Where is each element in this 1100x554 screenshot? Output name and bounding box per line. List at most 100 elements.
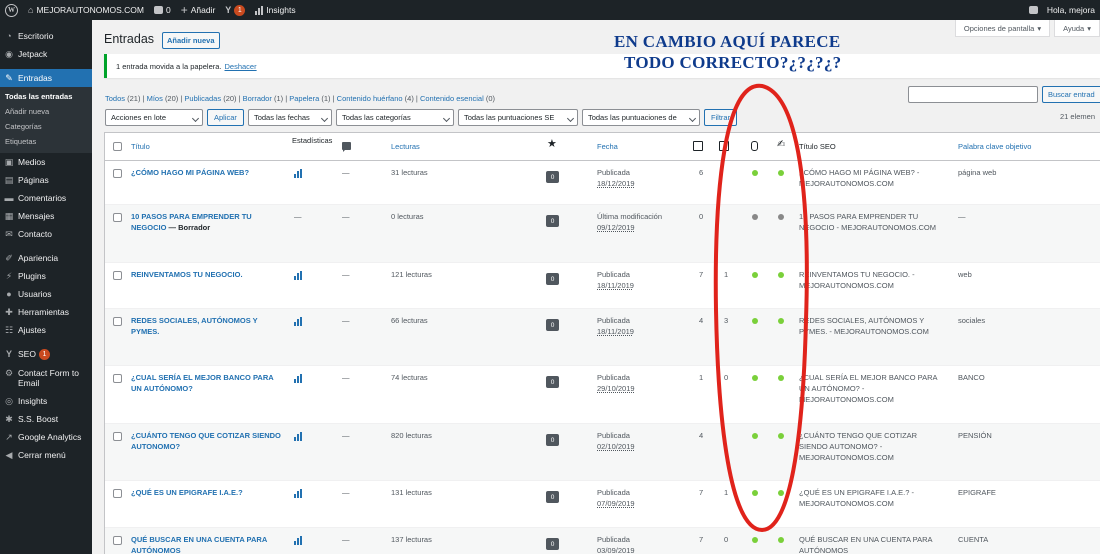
- reads-count: 31 lecturas: [391, 168, 428, 177]
- apply-button[interactable]: Aplicar: [207, 109, 244, 126]
- search-posts-button[interactable]: Buscar entrad: [1042, 86, 1100, 103]
- post-title-link[interactable]: ¿CÓMO HAGO MI PÁGINA WEB?: [131, 168, 249, 177]
- filter-button[interactable]: Filtrar: [703, 109, 738, 126]
- post-date: 18/12/2019: [597, 179, 635, 188]
- post-title-link[interactable]: ¿QUÉ ES UN EPIGRAFE I.A.E.?: [131, 488, 243, 497]
- seo-badge: 1: [38, 349, 50, 360]
- seo-status-dot: [752, 537, 758, 543]
- search-input[interactable]: [908, 86, 1038, 103]
- stats-icon[interactable]: [294, 169, 302, 181]
- stats-icon[interactable]: [294, 271, 302, 283]
- stats-icon[interactable]: [294, 317, 302, 329]
- screen-options-button[interactable]: Opciones de pantalla ▾: [954, 20, 1051, 37]
- new-content-menu[interactable]: + Añadir: [176, 0, 221, 20]
- menu-item-medios[interactable]: ▣ Medios: [0, 153, 92, 171]
- stats-icon[interactable]: [294, 536, 302, 548]
- seo-scores-select[interactable]: Todas las puntuaciones SE: [457, 109, 578, 126]
- view-filter-3[interactable]: Borrador: [243, 94, 272, 103]
- submenu-categories[interactable]: Categorías: [0, 119, 92, 134]
- help-label: Ayuda: [1063, 23, 1085, 33]
- post-title-link[interactable]: QUÉ BUSCAR EN UNA CUENTA PARA AUTÓNOMOS: [131, 535, 267, 554]
- yoast-menu[interactable]: Y1: [220, 0, 250, 20]
- undo-link[interactable]: Deshacer: [225, 62, 257, 71]
- view-filter-2[interactable]: Publicadas: [184, 94, 221, 103]
- bar-chart-icon: [255, 5, 264, 15]
- menu-item-contact-form[interactable]: ⚙ Contact Form to Email: [0, 364, 92, 392]
- column-date[interactable]: Fecha: [597, 141, 618, 152]
- row-checkbox[interactable]: [113, 536, 122, 545]
- view-filter-6[interactable]: Contenido esencial: [420, 94, 484, 103]
- column-focus-keyword[interactable]: Palabra clave objetivo: [958, 141, 1031, 152]
- menu-item-plugins[interactable]: ⚡ Plugins: [0, 267, 92, 285]
- menu-label: Entradas: [18, 73, 53, 83]
- menu-item-insights[interactable]: ◎ Insights: [0, 392, 92, 410]
- row-checkbox[interactable]: [113, 169, 122, 178]
- caret-down-icon: ▾: [1087, 23, 1091, 33]
- menu-item-entradas[interactable]: ✎ Entradas: [0, 69, 92, 87]
- help-button[interactable]: Ayuda ▾: [1054, 20, 1100, 37]
- post-title-link[interactable]: REDES SOCIALES, AUTÓNOMOS Y PYMES.: [131, 316, 258, 336]
- submenu-add-new[interactable]: Añadir nueva: [0, 104, 92, 119]
- score-badge: 0: [546, 434, 559, 446]
- row-checkbox[interactable]: [113, 317, 122, 326]
- menu-item-seo[interactable]: Y SEO 1: [0, 345, 92, 364]
- menu-item-herramientas[interactable]: ✚ Herramientas: [0, 303, 92, 321]
- insights-menu[interactable]: Insights: [250, 0, 300, 20]
- menu-item-escritorio[interactable]: ◔ Escritorio: [0, 27, 92, 45]
- view-filter-4[interactable]: Papelera: [289, 94, 319, 103]
- row-checkbox[interactable]: [113, 213, 122, 222]
- wp-logo-menu[interactable]: W: [0, 0, 23, 20]
- post-title-link[interactable]: REINVENTAMOS TU NEGOCIO.: [131, 270, 243, 279]
- new-content-label: Añadir: [190, 5, 216, 15]
- view-filter-5[interactable]: Contenido huérfano: [337, 94, 403, 103]
- menu-item-ss-boost[interactable]: ✱ S.S. Boost: [0, 410, 92, 428]
- row-checkbox[interactable]: [113, 489, 122, 498]
- table-row: ¿CÓMO HAGO MI PÁGINA WEB? — 31 lecturas 0 Pu…: [105, 161, 1100, 205]
- post-title-link[interactable]: ¿CUAL SERÍA EL MEJOR BANCO PARA UN AUTÓN…: [131, 373, 273, 393]
- screen-meta-links: Opciones de pantalla ▾ Ayuda ▾: [951, 20, 1100, 37]
- menu-item-paginas[interactable]: ▤ Páginas: [0, 171, 92, 189]
- menu-item-contacto[interactable]: ✉ Contacto: [0, 225, 92, 243]
- submenu-tags[interactable]: Etiquetas: [0, 134, 92, 149]
- home-icon: ⌂: [28, 5, 34, 15]
- post-title-link[interactable]: ¿CUÁNTO TENGO QUE COTIZAR SIENDO AUTONOM…: [131, 431, 281, 451]
- view-filter-0[interactable]: Todos: [105, 94, 125, 103]
- column-comments[interactable]: [342, 142, 351, 153]
- reads-count: 137 lecturas: [391, 535, 432, 544]
- site-name-link[interactable]: ⌂ MEJORAUTONOMOS.COM: [23, 0, 149, 20]
- column-reads[interactable]: Lecturas: [391, 141, 420, 152]
- menu-item-apariencia[interactable]: ✐ Apariencia: [0, 249, 92, 267]
- menu-item-collapse[interactable]: ◀ Cerrar menú: [0, 446, 92, 464]
- menu-label: Apariencia: [18, 253, 59, 263]
- row-checkbox[interactable]: [113, 374, 122, 383]
- my-account-menu[interactable]: Hola, mejora: [1024, 0, 1100, 20]
- menu-item-mensajes[interactable]: ▦ Mensajes: [0, 207, 92, 225]
- stats-icon[interactable]: [294, 489, 302, 501]
- star-icon[interactable]: ★: [547, 139, 557, 150]
- menu-item-comentarios[interactable]: ▬ Comentarios: [0, 189, 92, 207]
- add-new-post-button[interactable]: Añadir nueva: [162, 32, 220, 49]
- readability-select[interactable]: Todas las puntuaciones de: [581, 109, 700, 126]
- menu-item-ajustes[interactable]: ☷ Ajustes: [0, 321, 92, 339]
- stats-icon[interactable]: [294, 432, 302, 444]
- outgoing-links-count: 6: [699, 168, 704, 177]
- row-checkbox[interactable]: [113, 432, 122, 441]
- menu-item-google-analytics[interactable]: ↗ Google Analytics: [0, 428, 92, 446]
- menu-item-usuarios[interactable]: ● Usuarios: [0, 285, 92, 303]
- row-checkbox[interactable]: [113, 271, 122, 280]
- stats-icon[interactable]: [294, 374, 302, 386]
- categories-select[interactable]: Todas las categorías: [335, 109, 454, 126]
- focus-keyword: CUENTA: [958, 535, 989, 544]
- bulk-actions-select[interactable]: Acciones en lote: [105, 109, 203, 126]
- view-filter-1[interactable]: Míos: [147, 94, 163, 103]
- menu-item-jetpack[interactable]: ◉ Jetpack: [0, 45, 92, 63]
- menu-label: Herramientas: [18, 307, 70, 317]
- score-badge: 0: [546, 376, 559, 388]
- comments-link[interactable]: 0: [149, 0, 176, 20]
- dates-select[interactable]: Todas las fechas: [247, 109, 332, 126]
- column-title[interactable]: Título: [131, 141, 150, 152]
- collapse-icon: ◀: [5, 450, 13, 460]
- users-icon: ●: [6, 289, 12, 299]
- select-all-checkbox[interactable]: [113, 142, 122, 151]
- submenu-all-posts[interactable]: Todas las entradas: [0, 89, 92, 104]
